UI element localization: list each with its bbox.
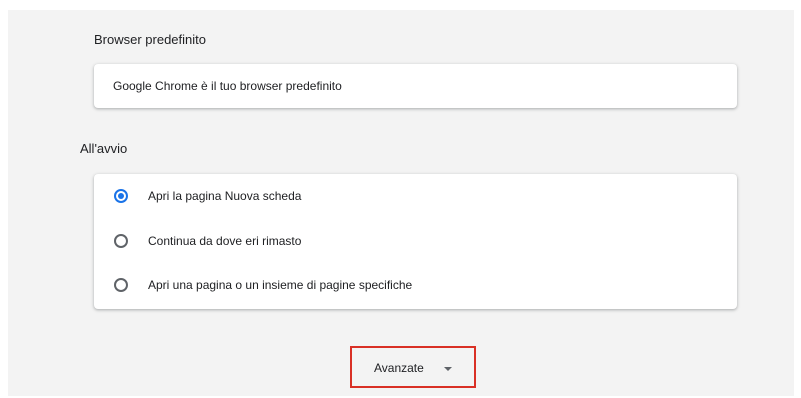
advanced-label: Avanzate (374, 361, 424, 375)
advanced-button[interactable]: Avanzate (350, 346, 476, 388)
startup-card: Apri la pagina Nuova scheda Continua da … (94, 174, 737, 309)
startup-option-continue[interactable]: Continua da dove eri rimasto (94, 219, 737, 263)
caret-down-icon (444, 367, 452, 371)
radio-checked-icon[interactable] (114, 189, 128, 203)
startup-option-new-tab[interactable]: Apri la pagina Nuova scheda (94, 174, 737, 218)
radio-unchecked-icon[interactable] (114, 234, 128, 248)
startup-option-label: Apri la pagina Nuova scheda (148, 189, 302, 203)
default-browser-card: Google Chrome è il tuo browser predefini… (94, 64, 737, 108)
default-browser-title: Browser predefinito (94, 32, 206, 47)
settings-page: Browser predefinito Google Chrome è il t… (0, 0, 801, 398)
startup-title: All'avvio (80, 141, 128, 156)
startup-option-label: Apri una pagina o un insieme di pagine s… (148, 278, 413, 292)
default-browser-status: Google Chrome è il tuo browser predefini… (113, 79, 342, 93)
startup-option-label: Continua da dove eri rimasto (148, 234, 302, 248)
startup-option-specific-pages[interactable]: Apri una pagina o un insieme di pagine s… (94, 263, 737, 307)
radio-unchecked-icon[interactable] (114, 278, 128, 292)
